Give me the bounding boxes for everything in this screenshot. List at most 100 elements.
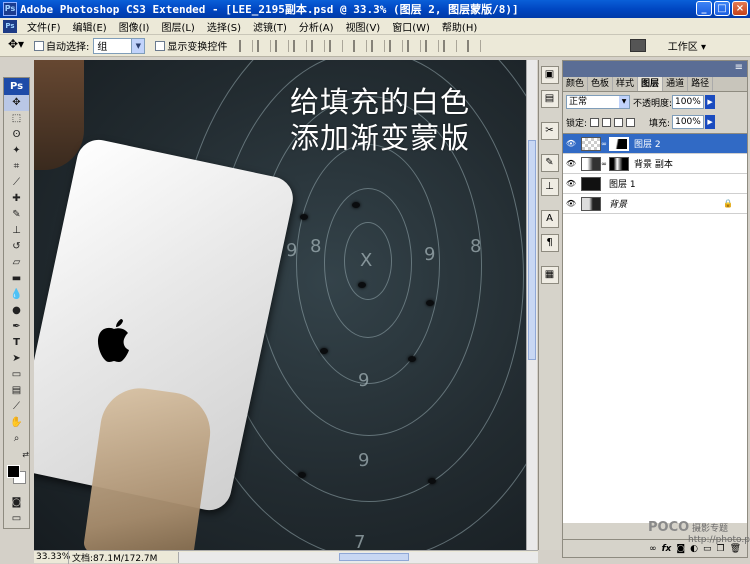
fill-slider-button[interactable]: ▶ xyxy=(705,115,716,129)
layer-row[interactable]: 👁 ∞ 图层 2 xyxy=(563,134,747,154)
canvas-horizontal-scrollbar[interactable] xyxy=(178,551,538,563)
notes-tool-icon[interactable]: ▤ xyxy=(4,383,29,399)
quick-mask-icon[interactable]: ◙ xyxy=(4,495,29,511)
clone-stamp-tool-icon[interactable]: ⊥ xyxy=(4,223,29,239)
fill-input[interactable]: 100% xyxy=(672,115,705,129)
zoom-level[interactable]: 33.33% xyxy=(34,552,70,562)
shape-tool-icon[interactable]: ▭ xyxy=(4,367,29,383)
navigator-panel-icon[interactable]: ▣ xyxy=(540,66,559,84)
document-size[interactable]: 文档:87.1M/172.7M xyxy=(68,550,178,564)
mask-link-icon[interactable]: ∞ xyxy=(601,160,607,168)
layer-comps-icon[interactable]: ▦ xyxy=(540,266,559,284)
move-tool-preset-icon[interactable]: ✥▾ xyxy=(8,37,34,55)
close-button[interactable]: × xyxy=(732,1,748,16)
align-right-icon[interactable] xyxy=(329,39,344,52)
distribute-hcenter-icon[interactable] xyxy=(425,39,440,52)
path-selection-tool-icon[interactable]: ➤ xyxy=(4,351,29,367)
pen-tool-icon[interactable]: ✒ xyxy=(4,319,29,335)
panel-menu-icon[interactable]: ≡ xyxy=(735,62,743,73)
brush-tool-icon[interactable]: ✎ xyxy=(4,207,29,223)
move-tool-icon[interactable]: ✥ xyxy=(4,95,29,111)
menu-analysis[interactable]: 分析(A) xyxy=(293,19,340,34)
mask-icon[interactable]: ◙ xyxy=(676,544,685,554)
healing-brush-tool-icon[interactable]: ✚ xyxy=(4,191,29,207)
group-icon[interactable]: ▭ xyxy=(703,544,712,554)
align-bottom-icon[interactable] xyxy=(275,39,290,52)
lock-transparency-icon[interactable] xyxy=(590,117,600,127)
auto-align-icon[interactable] xyxy=(467,39,482,52)
lasso-tool-icon[interactable]: ʘ xyxy=(4,127,29,143)
menu-select[interactable]: 选择(S) xyxy=(201,19,247,34)
opacity-slider-button[interactable]: ▶ xyxy=(705,95,716,109)
blur-tool-icon[interactable]: 💧 xyxy=(4,287,29,303)
distribute-top-icon[interactable] xyxy=(353,39,368,52)
swap-colors-icon[interactable]: ⇄ xyxy=(4,447,29,463)
screen-mode-icon[interactable]: ▭ xyxy=(4,511,29,527)
auto-select-dropdown[interactable]: 组 ▼ xyxy=(93,37,146,54)
link-icon[interactable]: ∞ xyxy=(649,544,657,554)
zoom-tool-icon[interactable]: ⌕ xyxy=(4,431,29,447)
workspace-button[interactable]: 工作区 ▾ xyxy=(668,37,706,54)
hand-tool-icon[interactable]: ✋ xyxy=(4,415,29,431)
menu-help[interactable]: 帮助(H) xyxy=(436,19,483,34)
minimize-button[interactable]: _ xyxy=(696,1,712,16)
brushes-panel-icon[interactable]: ✎ xyxy=(540,154,559,172)
eraser-tool-icon[interactable]: ▱ xyxy=(4,255,29,271)
workspace-icon[interactable] xyxy=(630,39,646,52)
gradient-tool-icon[interactable]: ▬ xyxy=(4,271,29,287)
tab-paths[interactable]: 路径 xyxy=(688,77,714,91)
tab-channels[interactable]: 通道 xyxy=(663,77,689,91)
clone-source-icon[interactable]: ⊥ xyxy=(540,178,559,196)
crop-tool-icon[interactable]: ⌗ xyxy=(4,159,29,175)
dodge-tool-icon[interactable]: ● xyxy=(4,303,29,319)
maximize-button[interactable]: □ xyxy=(714,1,730,16)
fx-icon[interactable]: fx xyxy=(662,544,672,554)
align-vcenter-icon[interactable] xyxy=(257,39,272,52)
menu-filter[interactable]: 滤镜(T) xyxy=(247,19,293,34)
menu-file[interactable]: 文件(F) xyxy=(21,19,67,34)
canvas-vertical-scrollbar[interactable] xyxy=(526,60,537,550)
layer-mask-thumbnail[interactable] xyxy=(609,156,629,171)
menu-window[interactable]: 窗口(W) xyxy=(386,19,436,34)
layer-row[interactable]: 👁 ∞ 背景 副本 xyxy=(563,154,747,174)
distribute-vcenter-icon[interactable] xyxy=(371,39,386,52)
auto-select-checkbox[interactable] xyxy=(34,40,44,51)
character-panel-icon[interactable]: A xyxy=(540,210,559,228)
tab-swatches[interactable]: 色板 xyxy=(588,77,614,91)
mask-link-icon[interactable]: ∞ xyxy=(601,140,607,148)
eyedropper-tool-icon[interactable]: ⟋ xyxy=(4,399,29,415)
layer-mask-thumbnail[interactable] xyxy=(609,136,629,151)
tab-layers[interactable]: 图层 xyxy=(638,77,664,91)
align-top-icon[interactable] xyxy=(239,39,254,52)
layer-row[interactable]: 👁 图层 1 xyxy=(563,174,747,194)
history-brush-tool-icon[interactable]: ↺ xyxy=(4,239,29,255)
menu-image[interactable]: 图像(I) xyxy=(113,19,156,34)
lock-all-icon[interactable] xyxy=(626,117,636,127)
distribute-right-icon[interactable] xyxy=(443,39,458,52)
new-layer-icon[interactable]: ❐ xyxy=(716,544,724,554)
menu-edit[interactable]: 编辑(E) xyxy=(67,19,113,34)
visibility-eye-icon[interactable]: 👁 xyxy=(563,199,579,208)
menu-layer[interactable]: 图层(L) xyxy=(155,19,200,34)
paragraph-panel-icon[interactable]: ¶ xyxy=(540,234,559,252)
lock-position-icon[interactable] xyxy=(614,117,624,127)
blend-mode-dropdown[interactable]: 正常 ▼ xyxy=(566,95,630,109)
marquee-tool-icon[interactable]: ⬚ xyxy=(4,111,29,127)
visibility-eye-icon[interactable]: 👁 xyxy=(563,179,579,188)
align-left-icon[interactable] xyxy=(293,39,308,52)
menu-view[interactable]: 视图(V) xyxy=(340,19,387,34)
trash-icon[interactable]: 🗑 xyxy=(730,544,741,554)
scroll-thumb[interactable] xyxy=(339,552,409,561)
layer-row[interactable]: 👁 背景 🔒 xyxy=(563,194,747,214)
visibility-eye-icon[interactable]: 👁 xyxy=(563,139,579,148)
tool-presets-icon[interactable]: ✂ xyxy=(540,122,559,140)
visibility-eye-icon[interactable]: 👁 xyxy=(563,159,579,168)
scroll-thumb[interactable] xyxy=(528,140,536,360)
slice-tool-icon[interactable]: ⟋ xyxy=(4,175,29,191)
tab-color[interactable]: 颜色 xyxy=(563,77,589,91)
align-hcenter-icon[interactable] xyxy=(311,39,326,52)
tab-styles[interactable]: 样式 xyxy=(613,77,639,91)
distribute-bottom-icon[interactable] xyxy=(389,39,404,52)
history-panel-icon[interactable]: ▤ xyxy=(540,90,559,108)
adjustment-icon[interactable]: ◐ xyxy=(690,544,698,554)
